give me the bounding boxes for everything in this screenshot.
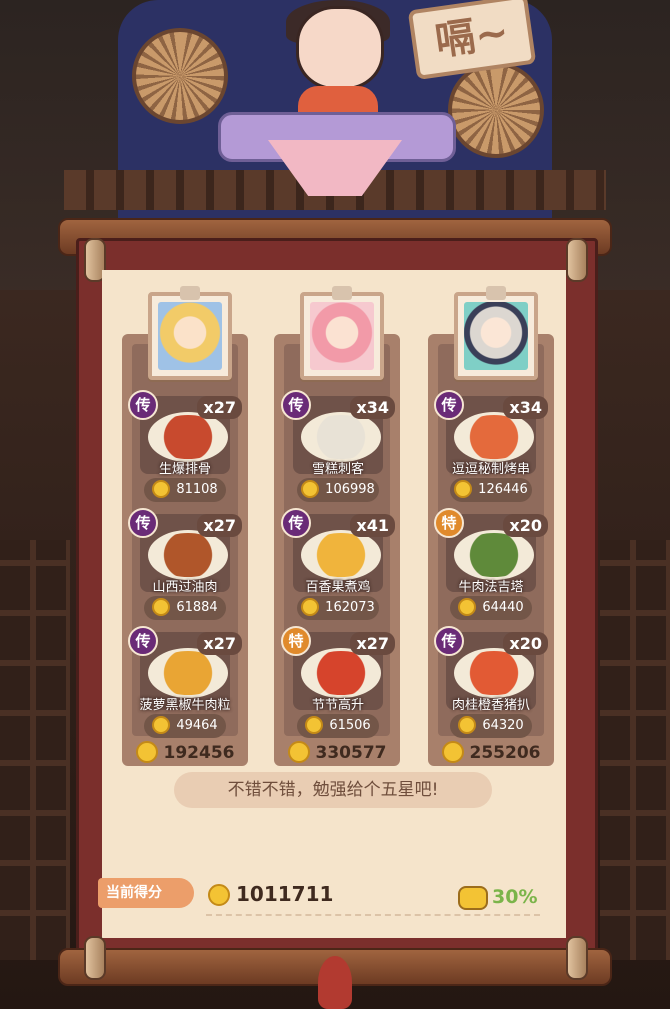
rarity-badge: 传: [281, 390, 311, 420]
scroll-knob-right-bottom: [566, 936, 588, 980]
dish-count: x27: [350, 632, 395, 655]
dish-score: 81108: [144, 478, 226, 502]
dish-score: 64320: [450, 714, 532, 738]
dish-food-icon: [454, 412, 534, 462]
dish-name: 生爆排骨: [158, 462, 211, 477]
portrait-2[interactable]: [300, 286, 384, 380]
rarity-badge: 传: [128, 508, 158, 538]
dish-count: x20: [503, 632, 548, 655]
rarity-badge: 传: [434, 626, 464, 656]
dish-score: 61884: [144, 596, 226, 620]
rarity-badge: 特: [281, 626, 311, 656]
dish-food-icon: [301, 530, 381, 580]
rarity-badge: 传: [434, 390, 464, 420]
portrait-3[interactable]: [454, 286, 538, 380]
dish-name: 百香果煮鸡: [305, 580, 371, 595]
tassel-decoration: [318, 956, 352, 1009]
dish-food-icon: [301, 412, 381, 462]
coin-icon: [135, 741, 158, 763]
dish-name: 雪糕刺客: [311, 462, 364, 477]
left-fan-icon: [132, 28, 228, 124]
coin-icon: [152, 597, 171, 616]
dish-food-icon: [148, 530, 228, 580]
blonde-hero-portrait-icon: [158, 302, 222, 370]
silver-hair-hero-portrait-icon: [464, 302, 528, 370]
left-lattice-window: [0, 540, 70, 960]
dish-card[interactable]: 特 x20 牛肉法吉塔 64440: [434, 508, 548, 622]
judge-comment: 不错不错，勉强给个五星吧!: [174, 772, 492, 808]
character-head: [296, 6, 384, 90]
right-lattice-window: [600, 540, 670, 960]
pink-hair-hero-portrait-icon: [310, 302, 374, 370]
scroll-knob-left-bottom: [84, 936, 106, 980]
coin-icon: [287, 741, 310, 763]
score-divider: [206, 914, 540, 916]
dish-count: x34: [503, 396, 548, 419]
coin-icon: [305, 715, 324, 734]
coin-icon: [208, 883, 230, 906]
dish-card[interactable]: 传 x27 山西过油肉 61884: [128, 508, 242, 622]
dish-score: 106998: [297, 478, 379, 502]
dish-card[interactable]: 传 x20 肉桂橙香猪扒 64320: [434, 626, 548, 740]
dish-name: 菠萝黑椒牛肉粒: [139, 698, 231, 713]
dish-name: 逗逗秘制烤串: [451, 462, 530, 477]
rarity-badge: 传: [128, 626, 158, 656]
dish-score: 162073: [297, 596, 379, 620]
dish-food-icon: [148, 412, 228, 462]
coin-icon: [301, 597, 320, 616]
right-fan-icon: [448, 62, 544, 158]
coin-icon: [152, 479, 171, 498]
current-score-label: 当前得分: [98, 878, 194, 908]
portrait-1[interactable]: [148, 286, 232, 380]
dish-card[interactable]: 特 x27 节节高升 61506: [281, 626, 395, 740]
dish-name: 肉桂橙香猪扒: [451, 698, 530, 713]
dish-name: 山西过油肉: [152, 580, 218, 595]
scroll-knob-right-top: [566, 238, 588, 282]
coin-icon: [454, 479, 473, 498]
coin-icon: [152, 715, 171, 734]
dish-count: x41: [350, 514, 395, 537]
dish-count: x20: [503, 514, 548, 537]
dish-food-icon: [301, 648, 381, 698]
rarity-badge: 传: [128, 390, 158, 420]
coin-icon: [301, 479, 320, 498]
rarity-badge: 传: [281, 508, 311, 538]
dish-count: x27: [197, 396, 242, 419]
coin-icon: [458, 715, 477, 734]
dish-count: x34: [350, 396, 395, 419]
dish-food-icon: [454, 648, 534, 698]
bonus-percent: 30%: [492, 886, 538, 908]
column-1-total: 192456: [122, 741, 248, 764]
current-score-total: 1011711: [208, 882, 333, 907]
dish-card[interactable]: 传 x27 生爆排骨 81108: [128, 390, 242, 504]
dish-score: 49464: [144, 714, 226, 738]
dish-score: 61506: [297, 714, 379, 738]
dish-count: x27: [197, 632, 242, 655]
coin-icon: [458, 597, 477, 616]
dish-food-icon: [148, 648, 228, 698]
dish-score: 64440: [450, 596, 532, 620]
dish-card[interactable]: 传 x34 雪糕刺客 106998: [281, 390, 395, 504]
dish-count: x27: [197, 514, 242, 537]
dish-card[interactable]: 传 x34 逗逗秘制烤串 126446: [434, 390, 548, 504]
dish-card[interactable]: 传 x27 菠萝黑椒牛肉粒 49464: [128, 626, 242, 740]
column-3-total: 255206: [428, 741, 554, 764]
dish-score: 126446: [450, 478, 532, 502]
dish-card[interactable]: 传 x41 百香果煮鸡 162073: [281, 508, 395, 622]
dish-food-icon: [454, 530, 534, 580]
rarity-badge: 特: [434, 508, 464, 538]
bonus-coin-bag-icon: [458, 886, 488, 910]
dish-name: 牛肉法吉塔: [458, 580, 524, 595]
coin-icon: [441, 741, 464, 763]
dish-name: 节节高升: [311, 698, 364, 713]
column-2-total: 330577: [274, 741, 400, 764]
